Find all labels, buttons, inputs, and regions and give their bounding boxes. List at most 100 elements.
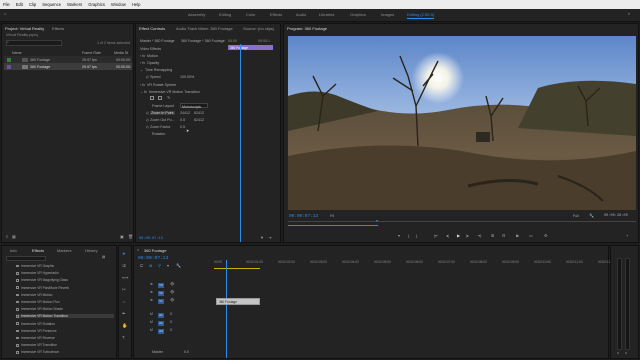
- eye-icon[interactable]: 👁: [170, 282, 174, 286]
- track-label[interactable]: V1: [158, 298, 164, 304]
- icon-view-icon[interactable]: ▦: [12, 235, 16, 239]
- new-item-icon[interactable]: ▣: [120, 235, 124, 239]
- menu-file[interactable]: File: [3, 2, 10, 7]
- workspace-editing-cs55[interactable]: Editing (CS5.5): [407, 12, 435, 19]
- eye-icon[interactable]: 👁: [170, 290, 174, 294]
- ec-playhead[interactable]: [240, 44, 241, 242]
- workspace-graphics[interactable]: Graphics: [350, 12, 366, 17]
- effects-list-item[interactable]: Immersive VR Motion Shade: [16, 307, 63, 311]
- solo-button[interactable]: S: [170, 328, 172, 332]
- frame-layout-dropdown[interactable]: Monoscopic: [180, 103, 208, 109]
- workspace-libraries[interactable]: Libraries: [319, 12, 334, 17]
- camera-icon[interactable]: ◙: [516, 233, 518, 238]
- timeline-timecode[interactable]: 00:00:07:13: [138, 256, 168, 261]
- workspace-color[interactable]: Color: [246, 12, 256, 17]
- lock-icon[interactable]: ⊗: [150, 282, 153, 286]
- track-label[interactable]: A1: [158, 312, 164, 318]
- effects-list-item[interactable]: Immersive VR Motion Transition: [16, 314, 114, 319]
- tab-project[interactable]: Project: Virtual Reality: [5, 26, 44, 31]
- overwrite-icon[interactable]: ⊟: [502, 233, 505, 238]
- vr-video-icon[interactable]: ▭: [529, 233, 533, 238]
- tab-history[interactable]: History: [85, 248, 97, 253]
- track-label[interactable]: A2: [158, 320, 164, 326]
- effects-list-item[interactable]: Immersive VR Pan/Move Reverb: [16, 286, 69, 290]
- video-track-header[interactable]: V2 ⊗ 👁: [148, 290, 212, 297]
- tab-markers[interactable]: Markers: [57, 248, 71, 253]
- menu-clip[interactable]: Clip: [29, 2, 36, 7]
- solo-button[interactable]: S: [170, 320, 172, 324]
- solo-button[interactable]: S: [170, 312, 172, 316]
- snap-icon[interactable]: ⋒: [149, 264, 152, 268]
- col-frame-rate[interactable]: Frame Rate: [82, 51, 101, 55]
- tab-source[interactable]: Source: (no clips): [243, 26, 274, 31]
- tab-timeline-sequence[interactable]: 360 Footage: [144, 248, 166, 253]
- tab-effects-top[interactable]: Effects: [52, 26, 64, 31]
- audio-track-header[interactable]: A1 M S: [148, 312, 212, 319]
- ec-clip-label[interactable]: 360 Footage * 360 Footage: [181, 39, 225, 43]
- mask-ellipse-icon[interactable]: [150, 96, 154, 100]
- list-item[interactable]: 360 Footage 29.97 fps 00:00:00:: [4, 56, 132, 63]
- effects-list-item[interactable]: Immersive VR Graphic: [16, 264, 54, 268]
- effects-list-item[interactable]: Immersive VR Hypertadio: [16, 271, 59, 275]
- ec-section-vr-rotate[interactable]: › fx VR Rotate Sphere: [140, 83, 176, 87]
- tab-effect-controls[interactable]: Effect Controls: [139, 26, 165, 31]
- trash-icon[interactable]: 🗑: [128, 235, 133, 239]
- pen-icon[interactable]: ✎: [167, 96, 170, 100]
- stopwatch-icon[interactable]: ◴: [146, 125, 149, 129]
- go-to-in-icon[interactable]: |⇤: [434, 233, 438, 238]
- effects-list-item[interactable]: Immersive VR Reverse: [16, 336, 55, 340]
- close-icon[interactable]: ×: [137, 248, 139, 252]
- razor-tool-icon[interactable]: ✂: [122, 287, 126, 293]
- effects-list-item[interactable]: Immersive VR Rotation: [16, 322, 55, 326]
- track-label[interactable]: A3: [158, 328, 164, 334]
- go-to-out-icon[interactable]: ⇥|: [477, 233, 481, 238]
- ec-section-immersive-transition[interactable]: ⌄ fx Immersive VR Motion Transition: [140, 90, 200, 94]
- wrench-icon[interactable]: 🔧: [589, 214, 594, 218]
- slip-tool-icon[interactable]: ⇔: [122, 299, 126, 304]
- track-label[interactable]: V3: [158, 282, 164, 288]
- effects-list-item[interactable]: Immersive VR Turbulence: [16, 350, 59, 354]
- param-zoom-in-value2[interactable]: 62412: [194, 111, 204, 115]
- effects-search-input[interactable]: [6, 256, 46, 261]
- settings-icon[interactable]: ⚙: [544, 233, 548, 238]
- mute-button[interactable]: M: [150, 328, 153, 332]
- add-button-icon[interactable]: +: [626, 233, 628, 238]
- ec-section-time-remap[interactable]: ⌄ Time Remapping: [140, 68, 172, 72]
- track-select-tool-icon[interactable]: ⇉: [122, 263, 126, 269]
- type-tool-icon[interactable]: T: [122, 335, 125, 340]
- col-name[interactable]: Name: [12, 51, 22, 55]
- step-forward-icon[interactable]: |▸: [466, 233, 469, 238]
- menu-help[interactable]: Help: [132, 2, 141, 7]
- video-track-header[interactable]: V1 ⊗ 👁: [148, 298, 212, 305]
- nest-icon[interactable]: ⊏: [140, 264, 143, 268]
- accelerated-effects-icon[interactable]: ▤: [102, 255, 105, 260]
- playhead-marker-icon[interactable]: ▾: [376, 219, 378, 223]
- pen-tool-icon[interactable]: ✒: [122, 311, 126, 317]
- param-zoom-in-value[interactable]: 24412: [180, 111, 190, 115]
- fit-dropdown[interactable]: Fit: [330, 214, 334, 218]
- audio-track-header[interactable]: A3 M S: [148, 328, 212, 335]
- program-timecode[interactable]: 00:00:07:13: [289, 214, 318, 219]
- ec-section-opacity[interactable]: › fx Opacity: [140, 61, 159, 65]
- mask-rect-icon[interactable]: [158, 96, 162, 100]
- search-icon[interactable]: ⌕: [628, 12, 630, 16]
- solo-left-button[interactable]: S: [617, 352, 619, 355]
- workspace-assembly[interactable]: Assembly: [188, 12, 205, 17]
- filter-icon[interactable]: ▼: [260, 236, 264, 240]
- param-zoom-factor-value[interactable]: 0.5: [180, 125, 185, 129]
- video-clip-v1[interactable]: 360 Footage: [216, 298, 260, 305]
- effects-list-item[interactable]: Immersive VR Motion: [16, 293, 53, 297]
- quality-dropdown[interactable]: Full: [573, 214, 579, 218]
- ec-speed-value[interactable]: 100.00%: [180, 75, 194, 79]
- lock-icon[interactable]: ⊗: [150, 290, 153, 294]
- home-icon[interactable]: ⌂: [4, 12, 6, 16]
- timeline-ruler[interactable]: 00:00 00:00:01:00 00:00:02:00 00:00:03:00 00…: [214, 260, 615, 268]
- effects-list-item[interactable]: Immersive VR Motion Flux: [16, 300, 60, 304]
- workspace-effects[interactable]: Effects: [270, 12, 282, 17]
- menu-edit[interactable]: Edit: [16, 2, 23, 7]
- mark-out-icon[interactable]: }: [416, 233, 417, 238]
- effects-list-item[interactable]: Immersive VR Transition: [16, 343, 57, 347]
- effects-list-item[interactable]: Immersive VR Presence: [16, 329, 57, 333]
- workspace-editing[interactable]: Editing: [219, 12, 231, 17]
- insert-icon[interactable]: ⊞: [491, 233, 494, 238]
